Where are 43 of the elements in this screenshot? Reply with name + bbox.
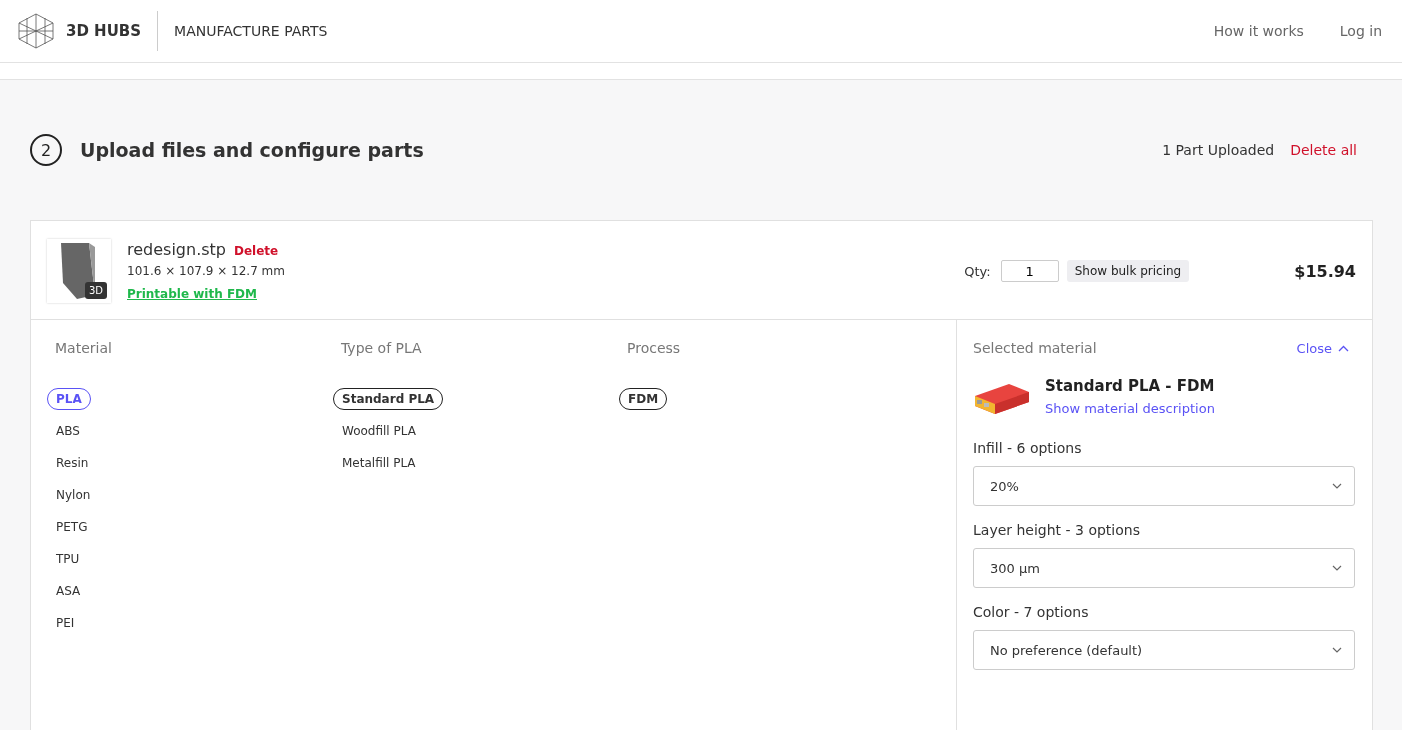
material-name: Standard PLA - FDM (1045, 376, 1215, 395)
setting-dropdown[interactable]: 20% (973, 466, 1355, 506)
nav-link[interactable]: Log in (1339, 23, 1382, 39)
panel-heading: Selected material (973, 340, 1098, 356)
chevron-down-icon (1332, 647, 1342, 653)
option-chip[interactable]: Metalfill PLA (333, 452, 425, 474)
setting-label: Infill - 6 options (973, 440, 1083, 456)
nav-link[interactable]: How it works (1213, 23, 1304, 39)
option-chip[interactable]: Nylon (47, 484, 100, 506)
step-title: Upload files and configure parts (80, 139, 424, 161)
delete-all-link[interactable]: Delete all (1290, 142, 1357, 158)
setting-label: Layer height - 3 options (973, 522, 1141, 538)
dimensions: 101.6 × 107.9 × 12.7 mm (127, 264, 285, 278)
setting-label: Color - 7 options (973, 604, 1090, 620)
qty-label: Qty: (964, 263, 991, 279)
step-number: 2 (30, 134, 62, 166)
section-title: MANUFACTURE PARTS (174, 23, 328, 39)
brand-name: 3D HUBS (66, 22, 142, 40)
option-chip[interactable]: PEI (47, 612, 84, 634)
chevron-up-icon (1338, 344, 1349, 352)
option-chip[interactable]: Resin (47, 452, 98, 474)
setting-dropdown[interactable]: No preference (default) (973, 630, 1355, 670)
file-name: redesign.stp (127, 240, 226, 259)
chevron-down-icon (1332, 483, 1342, 489)
option-chip[interactable]: PETG (47, 516, 97, 538)
parts-count: 1 Part Uploaded (1162, 142, 1275, 158)
bulk-pricing-button[interactable]: Show bulk pricing (1066, 260, 1190, 282)
option-chip[interactable]: ASA (47, 580, 90, 602)
logo-icon (16, 13, 56, 49)
column-heading: Process (627, 340, 681, 356)
column-heading: Material (55, 340, 113, 356)
setting-dropdown[interactable]: 300 µm (973, 548, 1355, 588)
price: $15.94 (1294, 261, 1356, 281)
option-chip[interactable]: ABS (47, 420, 89, 442)
delete-link[interactable]: Delete (234, 244, 279, 258)
option-chip[interactable]: TPU (47, 548, 89, 570)
3d-badge: 3D (84, 282, 107, 299)
chevron-down-icon (1332, 565, 1342, 571)
close-link[interactable]: Close (1296, 340, 1349, 356)
option-chip[interactable]: Woodfill PLA (333, 420, 425, 442)
column-heading: Type of PLA (341, 340, 423, 356)
qty-field[interactable]: 1 (1000, 260, 1059, 282)
material-description-link[interactable]: Show material description (1045, 400, 1215, 416)
